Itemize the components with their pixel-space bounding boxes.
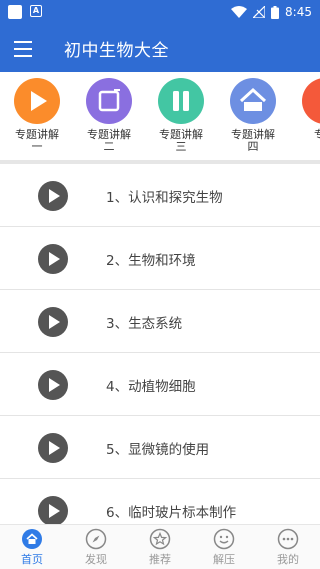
app-bar: 初中生物大全 (0, 24, 320, 72)
play-button-icon[interactable] (38, 307, 68, 337)
lesson-title: 5、显微镜的使用 (106, 442, 210, 458)
lesson-title: 2、生物和环境 (106, 253, 196, 269)
signal-off-icon (253, 6, 266, 18)
list-item[interactable]: 3、生态系统 (0, 290, 320, 353)
list-item[interactable]: 1、认识和探究生物 (0, 164, 320, 227)
lesson-title: 3、生态系统 (106, 316, 183, 332)
nav-mine[interactable]: 我的 (256, 525, 320, 569)
lesson-title: 4、动植物细胞 (106, 379, 196, 395)
play-button-icon[interactable] (38, 496, 68, 524)
nav-label: 解压 (213, 553, 235, 566)
topic-carousel[interactable]: 专题讲解 一 专题讲解 二 专题讲解 三 专题讲解 四 专题 (0, 72, 320, 160)
menu-icon[interactable] (14, 38, 36, 58)
topic-item-5[interactable]: 专题 (295, 78, 320, 141)
play-button-icon[interactable] (38, 181, 68, 211)
home-icon (21, 528, 43, 550)
status-time: 8:45 (285, 5, 312, 19)
topic-item-1[interactable]: 专题讲解 一 (7, 78, 67, 153)
nav-relax[interactable]: 解压 (192, 525, 256, 569)
topic-item-4[interactable]: 专题讲解 四 (223, 78, 283, 153)
nav-recommend[interactable]: 推荐 (128, 525, 192, 569)
nav-label: 推荐 (149, 553, 171, 566)
list-item[interactable]: 5、显微镜的使用 (0, 416, 320, 479)
play-button-icon[interactable] (38, 244, 68, 274)
list-item[interactable]: 6、临时玻片标本制作 (0, 479, 320, 524)
topic-label: 专题 (314, 128, 320, 141)
lesson-title: 6、临时玻片标本制作 (106, 505, 237, 521)
battery-icon (271, 5, 280, 19)
pause-icon (158, 78, 204, 124)
nav-label: 首页 (21, 553, 43, 566)
topic-sub: 四 (247, 140, 259, 153)
face-icon (213, 528, 235, 550)
bottom-nav: 首页 发现 推荐 解压 我的 (0, 524, 320, 569)
topic-sub: 二 (103, 140, 115, 153)
page-title: 初中生物大全 (64, 41, 169, 61)
topic-sub: 三 (175, 140, 187, 153)
wifi-icon (231, 6, 248, 18)
partial-icon (302, 78, 320, 124)
nav-label: 我的 (277, 553, 299, 566)
lesson-title: 1、认识和探究生物 (106, 190, 223, 206)
topic-sub: 一 (31, 140, 43, 153)
home-icon (230, 78, 276, 124)
lesson-list[interactable]: 1、认识和探究生物 2、生物和环境 3、生态系统 4、动植物细胞 5、显微镜的使… (0, 164, 320, 524)
chat-icon (277, 528, 299, 550)
nav-label: 发现 (85, 553, 107, 566)
compass-icon (85, 528, 107, 550)
list-item[interactable]: 2、生物和环境 (0, 227, 320, 290)
square-icon (86, 78, 132, 124)
play-icon (14, 78, 60, 124)
notification-square-icon (8, 5, 22, 19)
notification-a-icon: A (30, 5, 42, 17)
nav-home[interactable]: 首页 (0, 525, 64, 569)
play-button-icon[interactable] (38, 433, 68, 463)
topic-item-3[interactable]: 专题讲解 三 (151, 78, 211, 153)
list-item[interactable]: 4、动植物细胞 (0, 353, 320, 416)
topic-item-2[interactable]: 专题讲解 二 (79, 78, 139, 153)
play-button-icon[interactable] (38, 370, 68, 400)
status-bar: A 8:45 (0, 0, 320, 24)
nav-discover[interactable]: 发现 (64, 525, 128, 569)
star-icon (149, 528, 171, 550)
